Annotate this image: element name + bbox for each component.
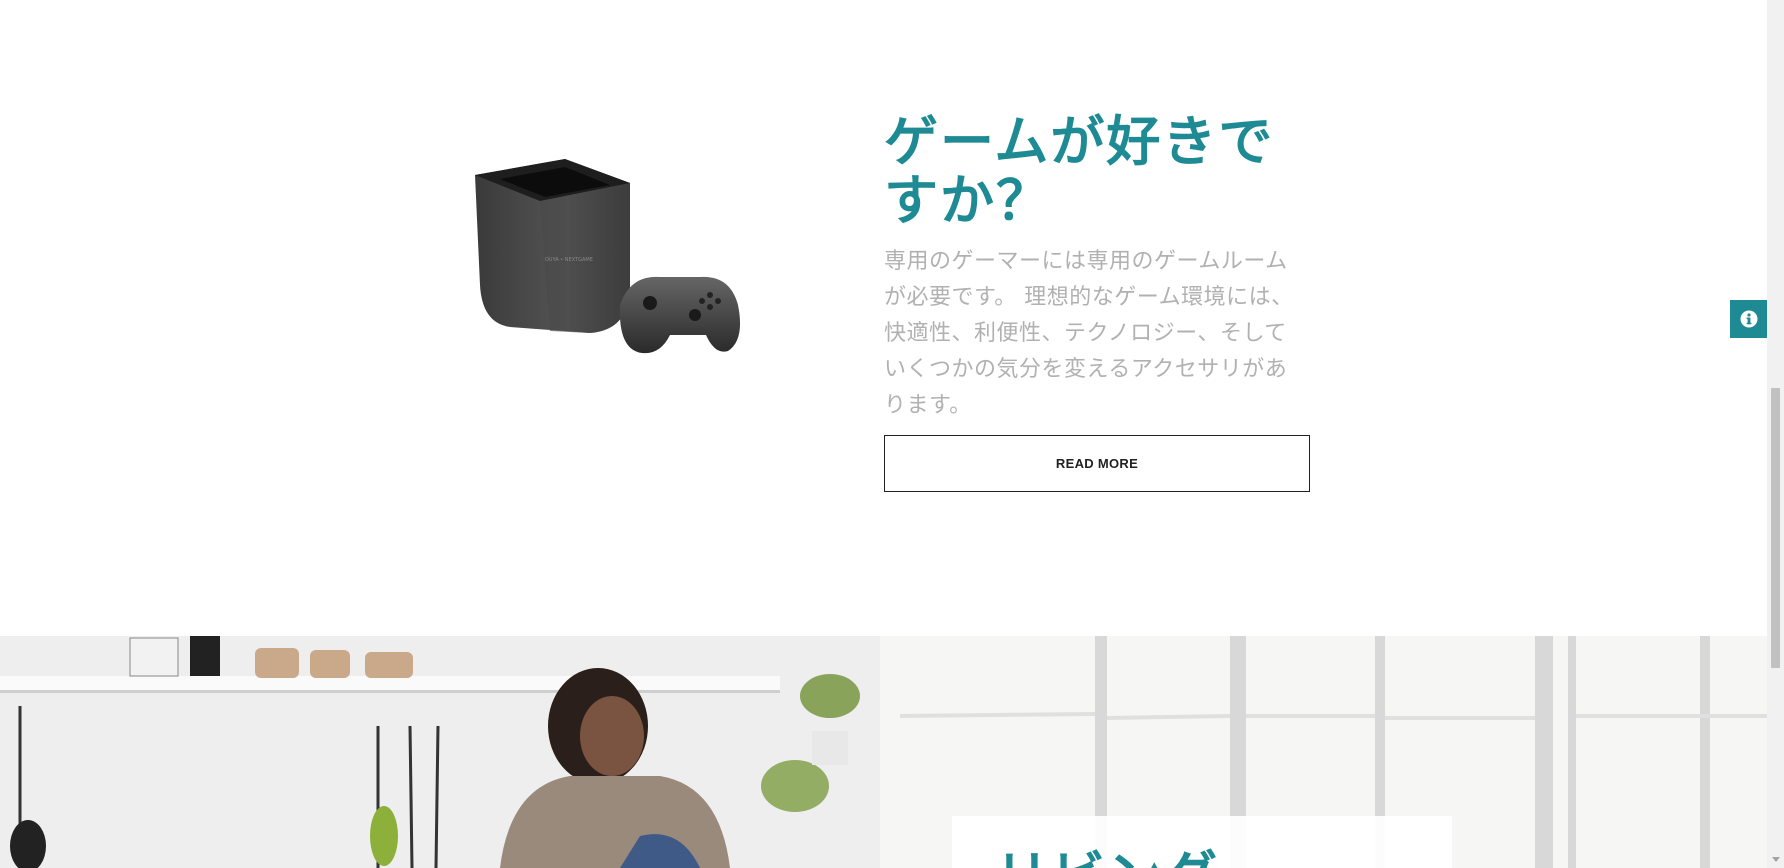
living-room-section: リビング bbox=[0, 636, 1767, 868]
scroll-down-arrow-icon[interactable] bbox=[1767, 851, 1784, 868]
read-more-button[interactable]: READ MORE bbox=[884, 435, 1310, 492]
living-room-photo bbox=[0, 636, 1767, 868]
hero-title: リビング bbox=[995, 847, 1219, 868]
vertical-scrollbar[interactable] bbox=[1767, 0, 1784, 868]
feature-description: 専用のゲーマーには専用のゲームルームが必要です。 理想的なゲーム環境には、快適性… bbox=[884, 249, 1294, 418]
info-button[interactable] bbox=[1730, 300, 1767, 338]
console-brand-label: OUYA • NEXTGAME bbox=[545, 257, 593, 263]
info-icon bbox=[1740, 310, 1757, 328]
scrollbar-thumb[interactable] bbox=[1771, 388, 1780, 668]
feature-title: ゲームが好きですか？ bbox=[884, 110, 1275, 232]
game-console-image: OUYA • NEXTGAME bbox=[475, 159, 741, 354]
feature-section: OUYA • NEXTGAME ゲームが好きですか？ 専用のゲーマーには専用のゲ… bbox=[0, 0, 1767, 636]
